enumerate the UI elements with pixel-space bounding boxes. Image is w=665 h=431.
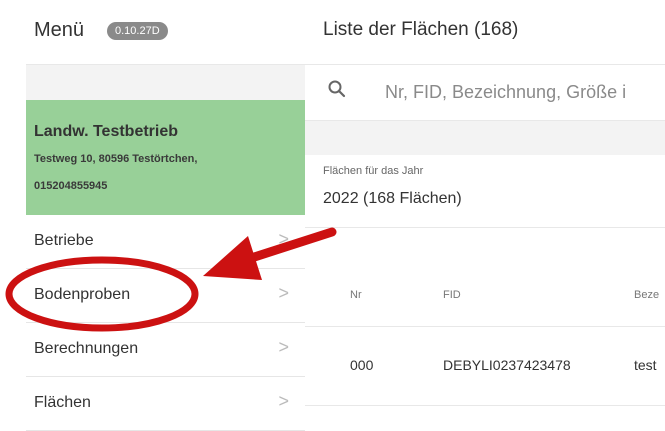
table-header: Nr FID Beze: [305, 272, 665, 327]
table-row[interactable]: 000 DEBYLI0237423478 test: [305, 327, 665, 406]
sidebar-item-flaechen[interactable]: Flächen >: [26, 377, 305, 431]
farm-phone: 015204855945: [34, 180, 108, 192]
cell-bezeichnung: test: [634, 357, 657, 373]
cell-fid: DEBYLI0237423478: [443, 357, 571, 373]
chevron-right-icon: >: [278, 283, 289, 303]
main-header: Liste der Flächen (168): [305, 0, 665, 65]
sidebar-item-betriebe[interactable]: Betriebe >: [26, 215, 305, 269]
sidebar-header: Menü 0.10.27D: [26, 0, 305, 65]
year-caption: Flächen für das Jahr: [323, 165, 424, 177]
sidebar-spacer: [26, 65, 305, 100]
sidebar: Menü 0.10.27D Landw. Testbetrieb Testweg…: [26, 0, 306, 431]
search-bar: [305, 65, 665, 121]
main-panel: Liste der Flächen (168) Flächen für das …: [305, 0, 665, 414]
sidebar-item-label: Flächen: [34, 394, 91, 411]
column-header-fid[interactable]: FID: [443, 289, 461, 301]
chevron-right-icon: >: [278, 391, 289, 411]
sidebar-item-label: Berechnungen: [34, 340, 139, 357]
chevron-right-icon: >: [278, 337, 289, 357]
page-title: Liste der Flächen (168): [323, 19, 519, 40]
sidebar-item-label: Betriebe: [34, 232, 94, 249]
column-header-nr[interactable]: Nr: [350, 289, 362, 301]
search-icon[interactable]: [327, 79, 347, 99]
year-selector[interactable]: Flächen für das Jahr 2022 (168 Flächen): [305, 155, 665, 228]
sidebar-title: Menü: [34, 19, 85, 41]
sidebar-item-bodenproben[interactable]: Bodenproben >: [26, 269, 305, 323]
column-header-bezeichnung[interactable]: Beze: [634, 289, 659, 301]
section-spacer: [305, 121, 665, 155]
farm-address: Testweg 10, 80596 Testörtchen,: [34, 153, 198, 165]
sidebar-item-label: Bodenproben: [34, 286, 131, 303]
search-input[interactable]: [383, 77, 665, 107]
chevron-right-icon: >: [278, 229, 289, 249]
version-badge: 0.10.27D: [107, 22, 168, 40]
sidebar-item-berechnungen[interactable]: Berechnungen >: [26, 323, 305, 377]
farm-name: Landw. Testbetrieb: [34, 123, 179, 140]
cell-nr: 000: [350, 357, 374, 373]
year-value: 2022 (168 Flächen): [323, 190, 462, 207]
